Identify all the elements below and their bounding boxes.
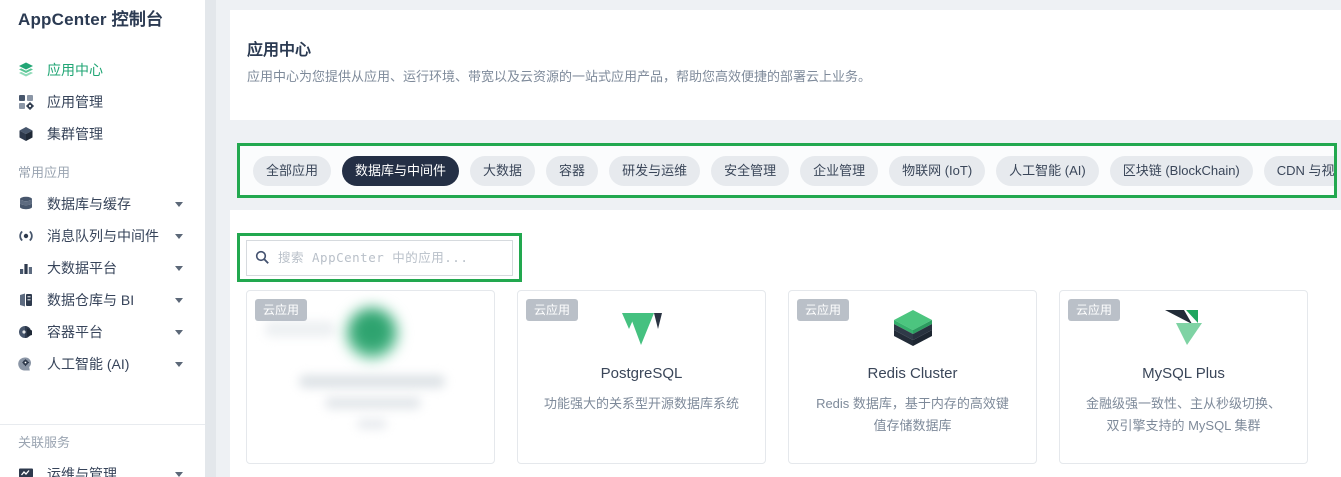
page-description: 应用中心为您提供从应用、运行环境、带宽以及云资源的一站式应用产品，帮助您高效便捷…	[247, 69, 872, 84]
sidebar-item-label: 容器平台	[47, 324, 103, 340]
sidebar-item-app-management[interactable]: 应用管理	[0, 86, 205, 118]
tab-ai[interactable]: 人工智能 (AI)	[996, 155, 1099, 186]
sidebar-item-ai[interactable]: 人工智能 (AI)	[0, 348, 205, 380]
sidebar-item-label: 人工智能 (AI)	[47, 356, 130, 372]
sidebar-item-database-cache[interactable]: 数据库与缓存	[0, 188, 205, 220]
warehouse-icon	[18, 292, 34, 308]
tab-blockchain[interactable]: 区块链 (BlockChain)	[1109, 155, 1253, 186]
chevron-down-icon	[175, 472, 183, 477]
chevron-down-icon	[175, 330, 183, 335]
tab-all-apps[interactable]: 全部应用	[253, 155, 332, 186]
annotation-box-category-tabs: 全部应用 数据库与中间件 大数据 容器 研发与运维 安全管理 企业管理 物联网 …	[237, 143, 1337, 198]
app-title: AppCenter 控制台	[18, 10, 164, 29]
sidebar-common-nav: 数据库与缓存 消息队列与中间件 大数据平台 数据仓库与 BI 容器平台 人工智能…	[0, 188, 205, 380]
chevron-down-icon	[175, 202, 183, 207]
cloud-app-badge: 云应用	[255, 299, 308, 321]
sidebar-item-bigdata-platform[interactable]: 大数据平台	[0, 252, 205, 284]
search-input[interactable]	[246, 239, 513, 276]
sidebar-item-label: 大数据平台	[47, 260, 117, 276]
sidebar-item-message-queue[interactable]: 消息队列与中间件	[0, 220, 205, 252]
app-card-postgresql[interactable]: 云应用 PostgreSQL 功能强大的关系型开源数据库系统	[517, 290, 766, 464]
chevron-down-icon	[175, 298, 183, 303]
chevron-down-icon	[175, 266, 183, 271]
cube-icon	[18, 126, 34, 142]
app-card-title: PostgreSQL	[600, 365, 683, 382]
sidebar-section-common: 常用应用	[18, 165, 71, 180]
cloud-app-badge: 云应用	[797, 299, 850, 321]
app-card-description: 金融级强一致性、主从秒级切换、双引擎支持的 MySQL 集群	[1085, 396, 1281, 433]
sidebar-item-ops-management[interactable]: 运维与管理	[0, 458, 205, 477]
sidebar-item-container-platform[interactable]: 容器平台	[0, 316, 205, 348]
tab-cdn-video[interactable]: CDN 与视频	[1263, 155, 1334, 186]
tab-security[interactable]: 安全管理	[711, 155, 790, 186]
message-queue-icon	[18, 228, 34, 244]
cloud-app-badge: 云应用	[1068, 299, 1121, 321]
sidebar-divider	[0, 424, 205, 425]
sidebar-section-related: 关联服务	[18, 435, 71, 450]
tab-database-middleware[interactable]: 数据库与中间件	[342, 155, 460, 186]
sidebar-item-app-center[interactable]: 应用中心	[0, 54, 205, 86]
sidebar-item-label: 应用管理	[47, 94, 103, 110]
sidebar-item-label: 消息队列与中间件	[47, 228, 159, 244]
database-icon	[18, 196, 34, 212]
chevron-down-icon	[175, 362, 183, 367]
page-title: 应用中心	[247, 42, 312, 59]
tab-container[interactable]: 容器	[546, 155, 599, 186]
app-card-description: 功能强大的关系型开源数据库系统	[543, 396, 739, 411]
tab-iot[interactable]: 物联网 (IoT)	[889, 155, 986, 186]
sidebar: AppCenter 控制台 应用中心 应用管理 集群管理 常用应用 数据库与缓存…	[0, 0, 205, 477]
sidebar-scrollbar[interactable]	[205, 0, 216, 477]
ai-icon	[18, 356, 34, 372]
ops-icon	[18, 466, 34, 477]
app-card-title: MySQL Plus	[1142, 365, 1225, 382]
sidebar-item-cluster-management[interactable]: 集群管理	[0, 118, 205, 150]
sidebar-item-data-warehouse-bi[interactable]: 数据仓库与 BI	[0, 284, 205, 316]
sidebar-related-nav: 运维与管理	[0, 458, 205, 477]
tab-big-data[interactable]: 大数据	[470, 155, 536, 186]
annotation-box-search	[237, 233, 522, 282]
bar-chart-icon	[18, 260, 34, 276]
sidebar-item-label: 运维与管理	[47, 466, 117, 477]
app-card-redis-cluster[interactable]: 云应用 Redis Cluster Redis 数据库，基于内存的高效键值存储数…	[788, 290, 1037, 464]
sidebar-item-label: 集群管理	[47, 126, 103, 142]
sidebar-item-label: 数据仓库与 BI	[47, 292, 135, 308]
tab-devops[interactable]: 研发与运维	[609, 155, 701, 186]
sidebar-item-label: 数据库与缓存	[47, 196, 131, 212]
chevron-down-icon	[175, 234, 183, 239]
sidebar-main-nav: 应用中心 应用管理 集群管理	[0, 54, 205, 150]
app-card-description: Redis 数据库，基于内存的高效键值存储数据库	[816, 396, 1009, 433]
sidebar-item-label: 应用中心	[47, 62, 103, 78]
page-header-panel: 应用中心 应用中心为您提供从应用、运行环境、带宽以及云资源的一站式应用产品，帮助…	[230, 10, 1341, 120]
cloud-app-badge: 云应用	[526, 299, 579, 321]
app-card-title: Redis Cluster	[867, 365, 958, 382]
container-icon	[18, 324, 34, 340]
grid-gear-icon	[18, 94, 34, 110]
tab-enterprise[interactable]: 企业管理	[800, 155, 879, 186]
app-card-mysql-plus[interactable]: 云应用 MySQL Plus 金融级强一致性、主从秒级切换、双引擎支持的 MyS…	[1059, 290, 1308, 464]
app-card-blurred[interactable]: 云应用	[246, 290, 495, 464]
layers-icon	[18, 62, 34, 78]
